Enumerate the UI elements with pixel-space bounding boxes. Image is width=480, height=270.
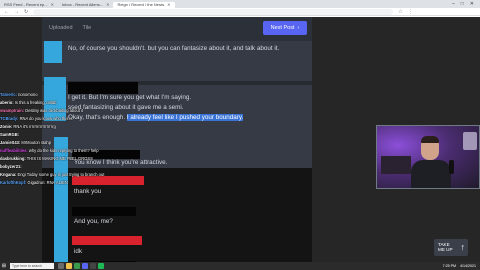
chat-message: KarlofthKopf: Gigadrun: RNA ALIEN [0,179,180,187]
browser-tab-bar: RSS Feed - Recent ep... ✕ Inbox - Recent … [0,0,480,8]
message-text: idk [74,248,83,255]
next-post-label: Next Post [270,25,295,31]
close-icon[interactable]: ✕ [106,2,109,7]
redacted-red-bar [72,236,142,245]
chat-username[interactable]: JamieS43: [0,140,20,145]
chat-username[interactable]: dasbrukking: [0,156,26,161]
chat-message: TCBrady: RNA do you know who this is [0,115,180,123]
app-header: Uploaded Tile Next Post › [42,17,312,41]
chat-message: Tatoerlc: nonomono [0,91,180,99]
chat-text: Engi Today some guy is just trying to br… [16,172,105,177]
windows-start-icon[interactable]: ⊞ [0,263,8,269]
explorer-icon[interactable] [66,263,72,269]
task-view-icon[interactable] [58,263,64,269]
system-tray: 7:25 PM 4/14/2021 [443,264,480,268]
chat-text: Destiny was clickbaiting about it [24,108,84,113]
window-controls: – □ ✕ [452,1,480,7]
next-post-button[interactable]: Next Post › [263,21,307,35]
taskbar-apps [58,263,104,269]
arrow-up-icon: ↑ [460,242,466,252]
reload-icon[interactable]: ↻ [24,9,28,15]
address-bar: ← → ↻ ☆ ⋮ [0,8,480,16]
tab-label: Reign / Recent / the Nests [117,2,165,7]
chat-text: THIS IS MAKING ME FEEL GROSS [25,156,93,161]
chevron-right-icon: › [297,25,300,31]
minimize-button[interactable]: – [452,1,455,7]
chat-message: bobyzer21: [0,163,180,171]
message-text: No, of course you shouldn't. but you can… [68,45,280,52]
spotify-icon[interactable] [98,263,104,269]
maximize-button[interactable]: □ [461,1,464,7]
stream-chat: Tatoerlc: nonomono aberio: Is this a frea… [0,91,180,187]
tab-label: RSS Feed - Recent ep... [4,2,48,7]
obs-icon[interactable] [90,263,96,269]
chat-username[interactable]: bobyzer21: [0,164,22,169]
microphone [449,160,454,174]
chat-message: Kngana: Engi Today some guy is just tryi… [0,171,180,179]
chat-text: nonomono [16,92,38,97]
back-icon[interactable]: ← [4,9,9,15]
chat-text: MrMouton stahp [20,140,51,145]
chat-username[interactable]: aberio: [0,100,14,105]
chat-username[interactable]: Kngana: [0,172,16,177]
url-field[interactable] [33,8,394,15]
close-icon[interactable]: ✕ [167,2,170,7]
chat-text: RNA do you know who this is [18,116,73,121]
chat-text: why do the kids replying to them? help [27,148,99,153]
chat-message: nuffleabilities: why do the kids replyin… [0,147,180,155]
chat-message: dasbrukking: THIS IS MAKING ME FEEL GROS… [0,155,180,163]
menu-icon[interactable]: ⋮ [408,9,413,15]
app-nav: Uploaded Tile [49,25,91,31]
chat-username[interactable]: KarlofthKopf: [0,180,26,185]
close-icon[interactable]: ✕ [51,2,54,7]
chat-text: RNA it's rrrrrrrrrrrrrrrrrrg [12,124,56,129]
chat-username[interactable]: swamptrain: [0,108,24,113]
chat-message: JamieS43: MrMouton stahp [0,139,180,147]
take-me-up-button[interactable]: TAKE ME UP ↑ [434,239,468,256]
chat-message: swamptrain: Destiny was clickbaiting abo… [0,107,180,115]
chat-message: Zonie: RNA it's rrrrrrrrrrrrrrrrrrg [0,123,180,131]
chat-username[interactable]: nuffleabilities: [0,148,28,153]
chat-text: Gigadrun: RNA ALIEN [26,180,68,185]
taskbar-search[interactable]: Type here to search [10,263,54,269]
chat-username[interactable]: SamRGB: [0,132,19,137]
webcam-light [463,132,477,150]
webcam-shelf [381,156,411,174]
tab-label: Inbox - Recent Aliens... [61,2,104,7]
screen: RSS Feed - Recent ep... ✕ Inbox - Recent … [0,0,480,270]
message-text: thank you [74,188,102,195]
chat-text: Is this a freaking collab [13,100,57,105]
nav-tile[interactable]: Tile [83,25,92,31]
streamer-hair [421,136,439,143]
streamer-body [411,160,451,188]
forward-icon[interactable]: → [14,9,19,15]
nav-uploaded[interactable]: Uploaded [49,25,73,31]
tray-time: 7:25 PM [442,264,456,268]
chrome-icon[interactable] [74,263,80,269]
webcam-overlay [376,125,480,189]
streamer [411,136,451,188]
close-window-button[interactable]: ✕ [470,1,474,7]
redacted-name [72,207,136,216]
message-marker [44,41,62,63]
star-icon[interactable]: ☆ [398,9,402,15]
chat-message: aberio: Is this a freaking collab [0,99,180,107]
message-text: And you, me? [74,218,113,225]
chat-username[interactable]: TCBrady: [0,116,18,121]
chat-username[interactable]: Tatoerlc: [0,92,17,97]
discord-icon[interactable] [82,263,88,269]
chat-message: SamRGB: [0,131,180,139]
taskbar: ⊞ Type here to search 7:25 PM 4/14/2021 [0,262,480,270]
chat-username[interactable]: Zonie: [0,124,12,129]
tray-date: 4/14/2021 [460,264,476,268]
